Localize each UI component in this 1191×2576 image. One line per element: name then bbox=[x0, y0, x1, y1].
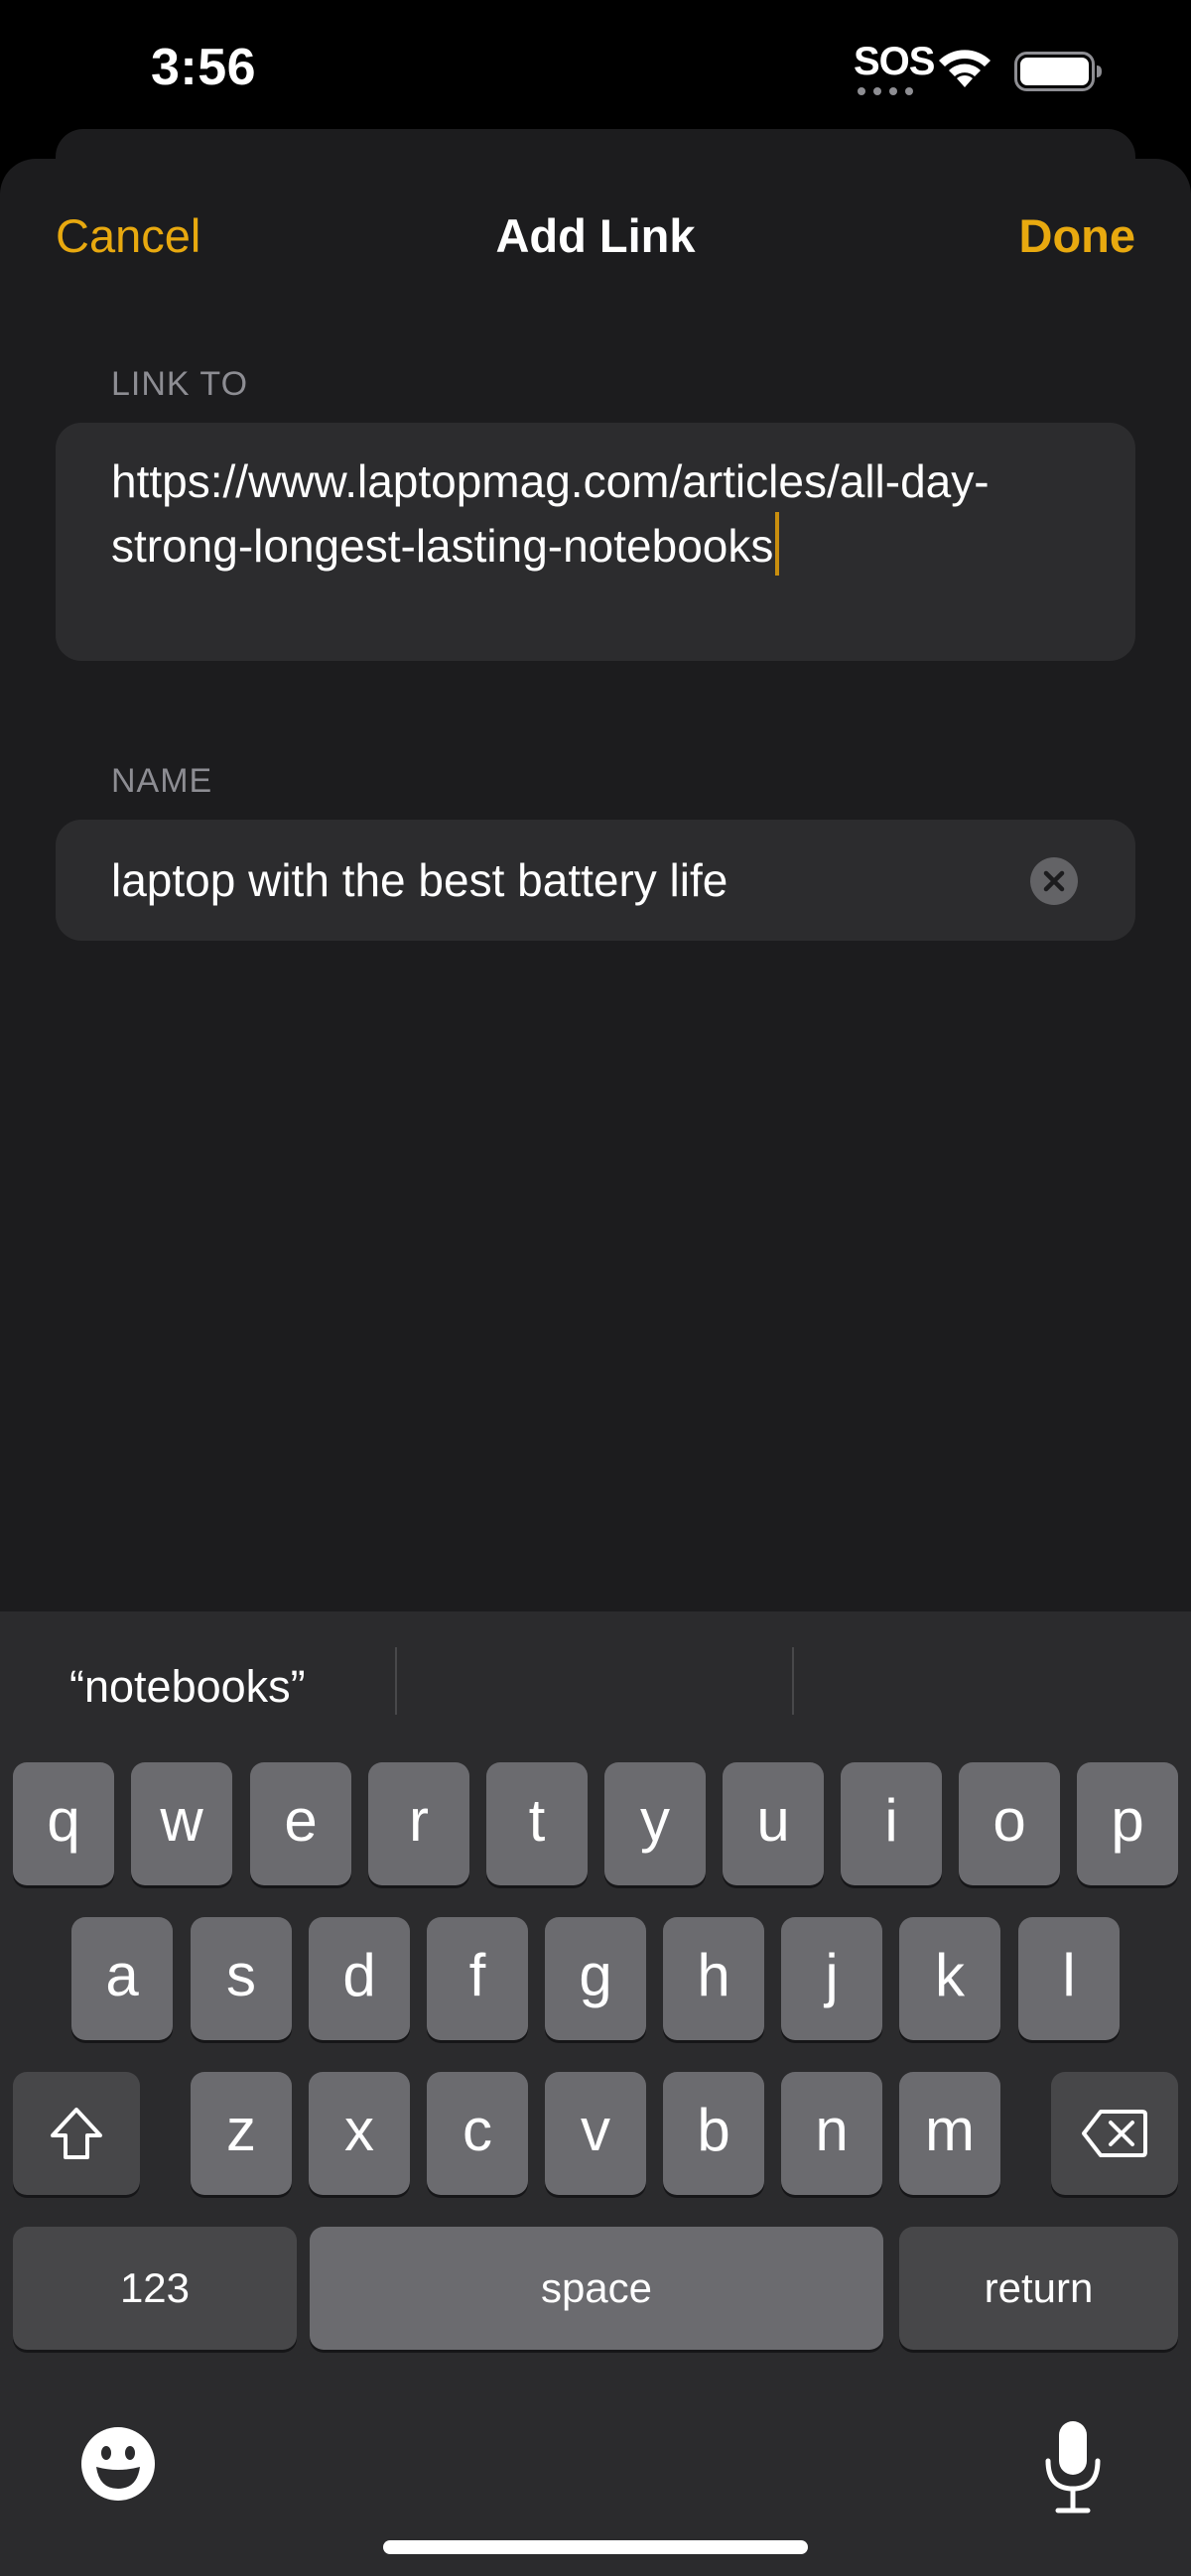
suggestion-divider bbox=[792, 1647, 794, 1715]
key-t[interactable]: t bbox=[486, 1762, 588, 1885]
link-url-field[interactable]: https://www.laptopmag.com/articles/all-d… bbox=[56, 423, 1135, 661]
microphone-icon[interactable] bbox=[1042, 2419, 1104, 2514]
key-m[interactable]: m bbox=[899, 2072, 1000, 2195]
status-bar: 3:56 SOS bbox=[0, 0, 1191, 134]
name-label: NAME bbox=[111, 762, 213, 800]
suggestion-divider bbox=[395, 1647, 397, 1715]
key-l[interactable]: l bbox=[1018, 1917, 1120, 2040]
key-o[interactable]: o bbox=[959, 1762, 1060, 1885]
key-b[interactable]: b bbox=[663, 2072, 764, 2195]
delete-key[interactable] bbox=[1051, 2072, 1178, 2195]
key-z[interactable]: z bbox=[191, 2072, 292, 2195]
link-to-label: LINK TO bbox=[111, 365, 249, 403]
key-d[interactable]: d bbox=[309, 1917, 410, 2040]
wifi-icon bbox=[939, 50, 991, 87]
battery-icon bbox=[1014, 52, 1102, 91]
keyboard: “notebooks” q w e r t y u i o p a s d f … bbox=[0, 1611, 1191, 2576]
text-caret bbox=[775, 512, 780, 576]
key-i[interactable]: i bbox=[841, 1762, 942, 1885]
sheet-title: Add Link bbox=[495, 209, 696, 262]
status-time: 3:56 bbox=[151, 39, 257, 96]
screen: 3:56 SOS Cancel Add Link Done LINK TO ht… bbox=[0, 0, 1191, 2576]
key-c[interactable]: c bbox=[427, 2072, 528, 2195]
key-s[interactable]: s bbox=[191, 1917, 292, 2040]
key-g[interactable]: g bbox=[545, 1917, 646, 2040]
link-name-value: laptop with the best battery life bbox=[111, 854, 728, 906]
key-w[interactable]: w bbox=[131, 1762, 232, 1885]
emoji-icon[interactable] bbox=[79, 2425, 157, 2503]
key-x[interactable]: x bbox=[309, 2072, 410, 2195]
key-r[interactable]: r bbox=[368, 1762, 469, 1885]
delete-icon bbox=[1082, 2110, 1147, 2157]
key-k[interactable]: k bbox=[899, 1917, 1000, 2040]
home-indicator[interactable] bbox=[383, 2540, 808, 2554]
key-q[interactable]: q bbox=[13, 1762, 114, 1885]
key-y[interactable]: y bbox=[604, 1762, 706, 1885]
key-a[interactable]: a bbox=[71, 1917, 173, 2040]
sos-indicator: SOS bbox=[854, 40, 935, 83]
key-e[interactable]: e bbox=[250, 1762, 351, 1885]
return-key[interactable]: return bbox=[899, 2227, 1178, 2350]
clear-icon[interactable] bbox=[1030, 857, 1078, 905]
link-name-field[interactable]: laptop with the best battery life bbox=[56, 820, 1135, 941]
shift-key[interactable] bbox=[13, 2072, 140, 2195]
suggestion-bar: “notebooks” bbox=[0, 1611, 1191, 1750]
signal-dots-icon bbox=[858, 87, 913, 95]
key-n[interactable]: n bbox=[781, 2072, 882, 2195]
key-u[interactable]: u bbox=[723, 1762, 824, 1885]
key-v[interactable]: v bbox=[545, 2072, 646, 2195]
shift-icon bbox=[51, 2108, 102, 2159]
done-button[interactable]: Done bbox=[1019, 208, 1136, 263]
key-h[interactable]: h bbox=[663, 1917, 764, 2040]
suggestion-1[interactable]: “notebooks” bbox=[69, 1661, 306, 1713]
key-j[interactable]: j bbox=[781, 1917, 882, 2040]
key-p[interactable]: p bbox=[1077, 1762, 1178, 1885]
space-key[interactable]: space bbox=[310, 2227, 883, 2350]
numbers-key[interactable]: 123 bbox=[13, 2227, 297, 2350]
key-f[interactable]: f bbox=[427, 1917, 528, 2040]
link-url-line2: strong-longest-lasting-notebooks bbox=[111, 520, 774, 572]
link-url-line1: https://www.laptopmag.com/articles/all-d… bbox=[111, 455, 990, 507]
